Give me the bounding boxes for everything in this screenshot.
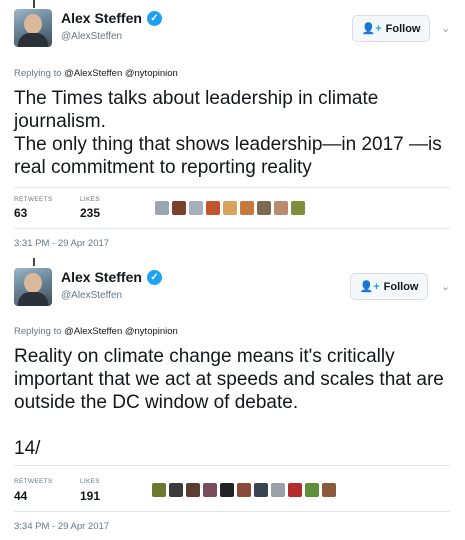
replying-to-prefix: Replying to <box>14 326 62 337</box>
liker-avatar[interactable] <box>186 483 200 497</box>
liker-avatar[interactable] <box>220 483 234 497</box>
avatar[interactable] <box>14 9 52 47</box>
liker-avatar[interactable] <box>322 483 336 497</box>
likes-label: LIKES <box>80 196 100 203</box>
mention-link[interactable]: @AlexSteffen <box>64 326 122 337</box>
divider <box>14 465 450 466</box>
liker-avatars[interactable] <box>155 201 305 215</box>
liker-avatar[interactable] <box>254 483 268 497</box>
liker-avatar[interactable] <box>223 201 237 215</box>
follow-label: Follow <box>383 280 419 293</box>
author-name-row[interactable]: Alex Steffen ✓ <box>61 10 162 26</box>
liker-avatar[interactable] <box>155 201 169 215</box>
liker-avatar[interactable] <box>237 483 251 497</box>
tweet-text: The Times talks about leadership in clim… <box>14 88 442 178</box>
liker-avatar[interactable] <box>206 201 220 215</box>
chevron-down-icon[interactable]: ⌄ <box>441 280 450 293</box>
likes-count[interactable]: 191 <box>80 489 100 503</box>
liker-avatar[interactable] <box>189 201 203 215</box>
likes-label: LIKES <box>80 478 100 485</box>
retweets-label: RETWEETS <box>14 196 53 203</box>
liker-avatar[interactable] <box>203 483 217 497</box>
add-user-icon: 👤+ <box>361 23 382 35</box>
user-handle[interactable]: @AlexSteffen <box>61 31 122 42</box>
display-name[interactable]: Alex Steffen <box>61 10 142 26</box>
thread-connector <box>33 258 35 266</box>
retweets-label: RETWEETS <box>14 478 53 485</box>
replying-to: Replying to @AlexSteffen @nytopinion <box>14 68 178 79</box>
replying-to-prefix: Replying to <box>14 68 62 79</box>
divider <box>14 228 450 229</box>
add-user-icon: 👤+ <box>359 281 380 293</box>
liker-avatar[interactable] <box>305 483 319 497</box>
liker-avatar[interactable] <box>152 483 166 497</box>
verified-badge-icon: ✓ <box>146 269 162 285</box>
liker-avatar[interactable] <box>291 201 305 215</box>
liker-avatar[interactable] <box>172 201 186 215</box>
tweet-text: Reality on climate change means it's cri… <box>14 346 444 459</box>
display-name[interactable]: Alex Steffen <box>61 269 142 285</box>
divider <box>14 187 450 188</box>
mention-link[interactable]: @nytopinion <box>125 326 178 337</box>
follow-button[interactable]: 👤+ Follow <box>352 15 430 42</box>
divider <box>14 511 450 512</box>
liker-avatar[interactable] <box>240 201 254 215</box>
follow-button[interactable]: 👤+ Follow <box>350 273 428 300</box>
timestamp[interactable]: 3:34 PM - 29 Apr 2017 <box>14 521 109 532</box>
mention-link[interactable]: @nytopinion <box>125 68 178 79</box>
liker-avatar[interactable] <box>288 483 302 497</box>
likes-count[interactable]: 235 <box>80 206 100 220</box>
author-name-row[interactable]: Alex Steffen ✓ <box>61 269 162 285</box>
mention-link[interactable]: @AlexSteffen <box>64 68 122 79</box>
user-handle[interactable]: @AlexSteffen <box>61 290 122 301</box>
verified-badge-icon: ✓ <box>146 10 162 26</box>
liker-avatar[interactable] <box>274 201 288 215</box>
retweets-count[interactable]: 63 <box>14 206 27 220</box>
avatar[interactable] <box>14 268 52 306</box>
liker-avatar[interactable] <box>271 483 285 497</box>
liker-avatar[interactable] <box>257 201 271 215</box>
thread-connector <box>33 0 35 8</box>
liker-avatar[interactable] <box>169 483 183 497</box>
timestamp[interactable]: 3:31 PM - 29 Apr 2017 <box>14 238 109 249</box>
tweet-1: Alex Steffen ✓ @AlexSteffen 👤+ Follow ⌄ … <box>0 0 465 258</box>
chevron-down-icon[interactable]: ⌄ <box>441 22 450 35</box>
retweets-count[interactable]: 44 <box>14 489 27 503</box>
tweet-2: Alex Steffen ✓ @AlexSteffen 👤+ Follow ⌄ … <box>0 258 465 540</box>
follow-label: Follow <box>385 22 421 35</box>
liker-avatars[interactable] <box>152 483 336 497</box>
replying-to: Replying to @AlexSteffen @nytopinion <box>14 326 178 337</box>
